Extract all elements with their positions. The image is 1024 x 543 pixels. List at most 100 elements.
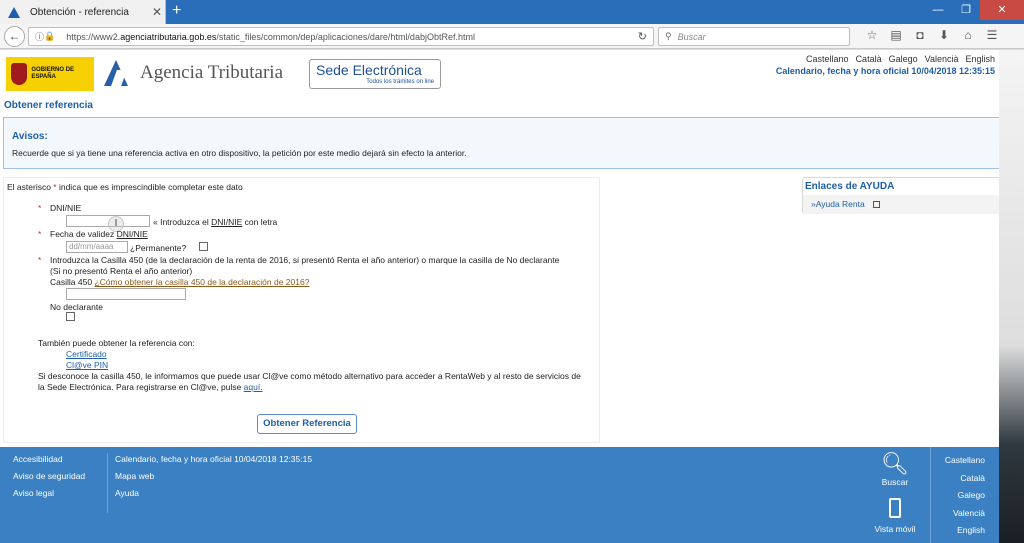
required-asterisk: * (38, 203, 42, 213)
fecha-label: Fecha de validez DNI/NIE (50, 229, 148, 239)
lang-castellano[interactable]: Castellano (806, 54, 849, 64)
avisos-heading: Avisos: (12, 131, 48, 142)
clave-info-text: Si desconoce la casilla 450, le informam… (38, 371, 581, 392)
footer-language-selector: Castellano Català Galego Valencià Englis… (945, 452, 985, 540)
casilla-row: Casilla 450 ¿Cómo obtener la casilla 450… (50, 277, 309, 287)
browser-tab[interactable]: Obtención - referencia ✕ (0, 0, 166, 24)
page-content: GOBIERNO DE ESPAÑA Agencia Tributaria Se… (0, 50, 1024, 543)
casilla-label: Casilla 450 (50, 277, 93, 287)
browser-tab-bar: Obtención - referencia ✕ + — ❐ ✕ (0, 0, 1024, 24)
footer-divider (930, 447, 931, 543)
casilla-instructions: * Introduzca la Casilla 450 (de la decla… (38, 255, 560, 276)
dni-hint: « Introduzca el DNI/NIE con letra (153, 217, 278, 227)
search-placeholder: Buscar (677, 31, 706, 42)
search-icon: ⚲ (665, 31, 672, 41)
fecha-field-group: * Fecha de validez DNI/NIE (38, 229, 148, 239)
avisos-text: Recuerde que si ya tiene una referencia … (12, 148, 467, 158)
permanente-checkbox[interactable] (199, 242, 208, 251)
vista-movil-label: Vista móvil (874, 524, 916, 534)
menu-icon[interactable]: ☰ (980, 28, 1004, 42)
dni-field-group: * DNI/NIE (38, 203, 82, 213)
referencia-form: El asterisco * indica que es imprescindi… (3, 177, 600, 443)
no-declarante-checkbox[interactable] (66, 312, 75, 321)
permanente-label: ¿Permanente? (130, 243, 187, 253)
help-heading: Enlaces de AYUDA (805, 181, 895, 192)
download-icon[interactable]: ⬇ (932, 28, 956, 42)
obtener-referencia-button[interactable]: Obtener Referencia (257, 414, 357, 434)
vista-movil-button[interactable]: Vista móvil (868, 498, 922, 534)
footer-ayuda-link[interactable]: Ayuda (115, 485, 312, 502)
browser-nav-bar: ← ⓘ 🔒 https://www2.agenciatributaria.gob… (0, 24, 1024, 49)
external-link-icon (873, 201, 881, 208)
footer-aviso-legal-link[interactable]: Aviso legal (13, 485, 85, 502)
footer-lang-catala[interactable]: Català (945, 470, 985, 488)
lock-icon[interactable]: 🔒 (44, 31, 55, 42)
lang-valencia[interactable]: Valencià (925, 54, 959, 64)
required-asterisk: * (38, 255, 42, 265)
alt-methods-intro: También puede obtener la referencia con: (38, 338, 195, 348)
dni-label: DNI/NIE (50, 203, 82, 213)
address-bar[interactable]: ⓘ 🔒 https://www2.agenciatributaria.gob.e… (28, 27, 654, 46)
new-tab-button[interactable]: + (172, 2, 181, 20)
browser-side-scrollbar[interactable] (999, 50, 1024, 543)
tab-title: Obtención - referencia (30, 6, 129, 18)
official-datetime[interactable]: Calendario, fecha y hora oficial 10/04/2… (776, 66, 995, 76)
mobile-phone-icon (889, 498, 901, 518)
back-button[interactable]: ← (4, 26, 25, 47)
window-close-icon[interactable]: ✕ (980, 0, 1024, 20)
site-footer: Accesibilidad Aviso de seguridad Aviso l… (0, 447, 999, 543)
url-text: https://www2.agenciatributaria.gob.es/st… (66, 31, 475, 42)
no-declarante-label: No declarante (50, 302, 103, 312)
lang-english[interactable]: English (965, 54, 995, 64)
lang-catala[interactable]: Català (856, 54, 882, 64)
browser-toolbar: ☆ ▤ ◘ ⬇ ⌂ ☰ (860, 28, 1004, 42)
lang-galego[interactable]: Galego (889, 54, 918, 64)
footer-lang-castellano[interactable]: Castellano (945, 452, 985, 470)
language-selector-top: Castellano Català Galego Valencià Englis… (799, 54, 995, 64)
sede-electronica-logo[interactable]: Sede Electrónica Todos los trámites on l… (309, 59, 441, 89)
search-icon: 🔍︎ (881, 451, 909, 476)
bookmark-star-icon[interactable]: ☆ (860, 28, 884, 42)
gobierno-logo[interactable]: GOBIERNO DE ESPAÑA (6, 57, 94, 91)
reader-icon[interactable]: ▤ (884, 28, 908, 42)
page-title: Obtener referencia (4, 100, 93, 111)
tab-close-icon[interactable]: ✕ (149, 5, 165, 19)
agency-name: Agencia Tributaria (140, 62, 284, 83)
footer-datetime-link[interactable]: Calendario, fecha y hora oficial 10/04/2… (115, 451, 312, 468)
help-body: »Ayuda Renta (803, 195, 1002, 214)
info-icon[interactable]: ⓘ (35, 30, 44, 43)
footer-lang-english[interactable]: English (945, 522, 985, 540)
agencia-tributaria-logo[interactable]: Agencia Tributaria (100, 58, 283, 88)
pocket-icon[interactable]: ◘ (908, 28, 932, 42)
restore-icon[interactable]: ❐ (952, 0, 980, 20)
gobierno-logo-text: GOBIERNO DE ESPAÑA (31, 67, 75, 80)
sede-subtitle: Todos los trámites on line (366, 79, 434, 85)
browser-search-input[interactable]: ⚲ Buscar (658, 27, 850, 46)
minimize-icon[interactable]: — (924, 0, 952, 20)
footer-lang-galego[interactable]: Galego (945, 487, 985, 505)
fecha-validez-input[interactable]: dd/mm/aaaa (66, 241, 128, 253)
clave-register-link[interactable]: aquí. (244, 382, 263, 392)
reload-icon[interactable]: ↻ (638, 30, 647, 43)
footer-col-info: Calendario, fecha y hora oficial 10/04/2… (115, 451, 312, 502)
footer-aviso-seguridad-link[interactable]: Aviso de seguridad (13, 468, 85, 485)
footer-lang-valencia[interactable]: Valencià (945, 505, 985, 523)
agency-favicon-icon (8, 6, 22, 18)
certificado-link[interactable]: Certificado (66, 349, 107, 359)
spain-crest-icon (11, 63, 28, 85)
casilla-450-input[interactable] (66, 288, 186, 300)
required-note: El asterisco * indica que es imprescindi… (7, 182, 243, 192)
footer-col-legal: Accesibilidad Aviso de seguridad Aviso l… (13, 451, 85, 502)
footer-mapa-web-link[interactable]: Mapa web (115, 468, 312, 485)
help-links-box: Enlaces de AYUDA »Ayuda Renta (802, 177, 1003, 214)
footer-search-button[interactable]: 🔍︎ Buscar (876, 451, 914, 487)
footer-accesibilidad-link[interactable]: Accesibilidad (13, 451, 85, 468)
casilla-help-link[interactable]: ¿Cómo obtener la casilla 450 de la decla… (94, 277, 309, 287)
ayuda-renta-link[interactable]: »Ayuda Renta (811, 199, 865, 209)
sede-title: Sede Electrónica (316, 62, 422, 78)
agencia-mark-icon (100, 58, 136, 88)
clave-pin-link[interactable]: Cl@ve PIN (66, 360, 108, 370)
home-icon[interactable]: ⌂ (956, 28, 980, 42)
footer-divider (107, 453, 108, 513)
footer-search-label: Buscar (881, 477, 909, 487)
